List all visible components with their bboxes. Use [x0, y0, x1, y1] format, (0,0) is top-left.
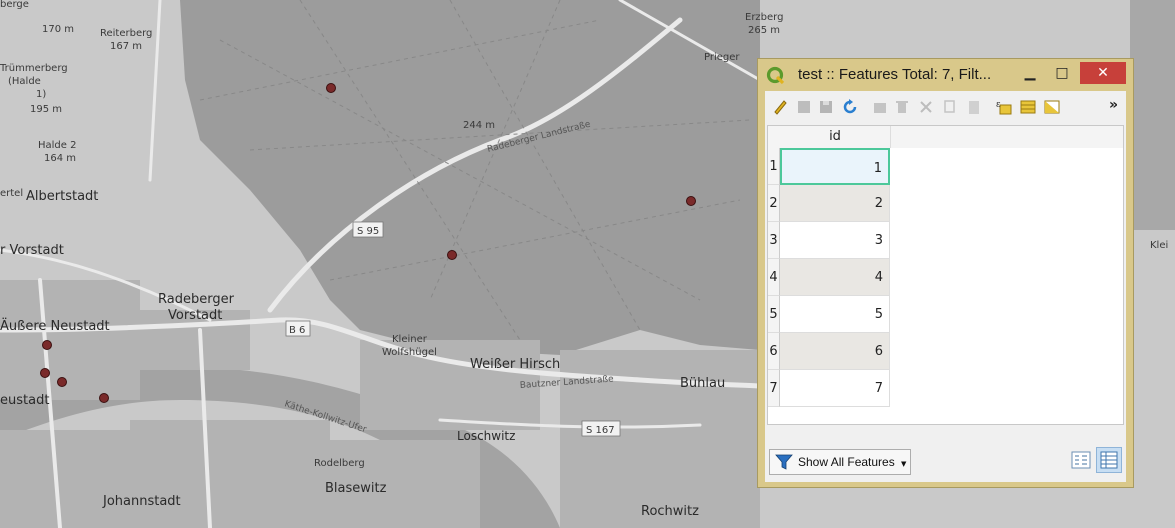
invert-selection-icon[interactable]	[1043, 98, 1061, 116]
map-label-trummerberg: Trümmerberg	[0, 63, 68, 74]
table-cell-id[interactable]: 4	[780, 259, 890, 296]
close-button[interactable]: ✕	[1080, 62, 1126, 84]
map-label-reiterberg-elev: 167 m	[110, 41, 142, 52]
save-edits-icon[interactable]	[817, 98, 835, 116]
map-label-albertstadt: Albertstadt	[26, 189, 98, 204]
map-label-halde-1: 1)	[36, 89, 46, 100]
map-label-berge: berge	[0, 0, 29, 10]
map-label-elev-195: 195 m	[30, 104, 62, 115]
map-label-klei: Klei	[1150, 240, 1168, 251]
table-row[interactable]: 7 7	[768, 370, 891, 407]
table-row[interactable]: 5 5	[768, 296, 891, 333]
filter-icon	[775, 454, 793, 470]
feature-point[interactable]	[40, 368, 50, 378]
map-label-elev-244: 244 m	[463, 120, 495, 131]
table-cell-id[interactable]: 2	[780, 185, 890, 222]
feature-point[interactable]	[326, 83, 336, 93]
map-label-neustadt: eustadt	[0, 393, 49, 408]
map-label-erzberg-elev: 265 m	[748, 25, 780, 36]
map-label-s167: S 167	[586, 425, 615, 436]
map-label-prieger: Prieger	[704, 52, 740, 63]
map-label-halde: (Halde	[8, 76, 41, 87]
table-view-icon	[1100, 451, 1118, 469]
map-label-halde2: Halde 2	[38, 140, 76, 151]
row-number[interactable]: 5	[768, 296, 780, 333]
copy-icon[interactable]	[941, 98, 959, 116]
map-label-vorstadt: Vorstadt	[168, 308, 222, 323]
map-label-elevation: 170 m	[42, 24, 74, 35]
map-label-radeberger: Radeberger	[158, 292, 235, 307]
map-label-b6: B 6	[289, 325, 305, 336]
feature-point[interactable]	[447, 250, 457, 260]
map-label-rodelberg: Rodelberg	[314, 458, 365, 469]
map-label-blasewitz: Blasewitz	[325, 481, 387, 496]
qgis-logo-icon	[766, 66, 785, 85]
show-all-features-label: Show All Features	[798, 455, 895, 469]
toolbar: ε »	[765, 91, 1126, 123]
table-row[interactable]: 4 4	[768, 259, 891, 296]
map-label-elev-164: 164 m	[44, 153, 76, 164]
select-all-icon[interactable]	[1019, 98, 1037, 116]
table-view-button[interactable]	[1096, 447, 1122, 473]
map-label-loschwitz: Loschwitz	[457, 429, 515, 443]
map-label-r-vorstadt: r Vorstadt	[0, 243, 64, 258]
map-label-ertel: ertel	[0, 188, 23, 199]
show-all-features-button[interactable]: Show All Features ▼	[769, 449, 911, 475]
window-client-area: ε » id 1 1 2 2 3 3 4 4 5 5 6 6 7 7 Show …	[765, 91, 1126, 482]
cut-icon[interactable]	[917, 98, 935, 116]
table-row[interactable]: 2 2	[768, 185, 891, 222]
map-label-wolfshuegel: Wolfshügel	[382, 347, 437, 358]
add-feature-icon[interactable]	[871, 98, 889, 116]
map-label-kleiner: Kleiner	[392, 334, 428, 345]
row-number[interactable]: 7	[768, 370, 780, 407]
toggle-editing-icon[interactable]	[771, 98, 789, 116]
toolbar-overflow-button[interactable]: »	[1109, 97, 1121, 115]
dropdown-arrow-icon: ▼	[901, 460, 907, 468]
svg-text:ε: ε	[996, 100, 1001, 110]
table-cell-id[interactable]: 1	[780, 148, 890, 185]
multi-edit-icon[interactable]	[795, 98, 813, 116]
row-number[interactable]: 3	[768, 222, 780, 259]
map-label-rochwitz: Rochwitz	[641, 504, 699, 519]
feature-point[interactable]	[686, 196, 696, 206]
attribute-table[interactable]: id 1 1 2 2 3 3 4 4 5 5 6 6 7 7	[767, 125, 1124, 425]
map-label-buehlau: Bühlau	[680, 376, 725, 391]
feature-point[interactable]	[57, 377, 67, 387]
map-label-weisser-hirsch: Weißer Hirsch	[470, 357, 560, 372]
table-cell-id[interactable]: 7	[780, 370, 890, 407]
maximize-button[interactable]: □	[1048, 62, 1076, 84]
feature-point[interactable]	[99, 393, 109, 403]
select-by-expression-icon[interactable]: ε	[995, 98, 1013, 116]
table-cell-id[interactable]: 6	[780, 333, 890, 370]
map-label-aussere-neustadt: Äußere Neustadt	[0, 318, 110, 334]
map-label-reiterberg: Reiterberg	[100, 28, 152, 39]
table-footer: Show All Features ▼	[765, 427, 1126, 482]
column-header-id[interactable]: id	[780, 126, 891, 148]
reload-icon[interactable]	[841, 98, 859, 116]
form-view-icon[interactable]	[1070, 449, 1092, 471]
row-number[interactable]: 2	[768, 185, 780, 222]
row-number[interactable]: 6	[768, 333, 780, 370]
title-bar[interactable]: test :: Features Total: 7, Filt... ▁ □ ✕	[758, 59, 1133, 91]
feature-point[interactable]	[42, 340, 52, 350]
map-label-s95: S 95	[357, 226, 379, 237]
table-cell-id[interactable]: 3	[780, 222, 890, 259]
row-number[interactable]: 1	[768, 148, 780, 185]
map-label-erzberg: Erzberg	[745, 12, 783, 23]
row-number[interactable]: 4	[768, 259, 780, 296]
table-row[interactable]: 3 3	[768, 222, 891, 259]
map-label-johannstadt: Johannstadt	[102, 494, 181, 509]
table-row[interactable]: 1 1	[768, 148, 891, 185]
delete-feature-icon[interactable]	[893, 98, 911, 116]
attribute-table-window: test :: Features Total: 7, Filt... ▁ □ ✕…	[757, 58, 1134, 488]
header-filler	[891, 126, 1123, 148]
table-cell-id[interactable]: 5	[780, 296, 890, 333]
paste-icon[interactable]	[965, 98, 983, 116]
window-title: test :: Features Total: 7, Filt...	[798, 66, 992, 83]
table-row[interactable]: 6 6	[768, 333, 891, 370]
minimize-button[interactable]: ▁	[1016, 62, 1044, 84]
